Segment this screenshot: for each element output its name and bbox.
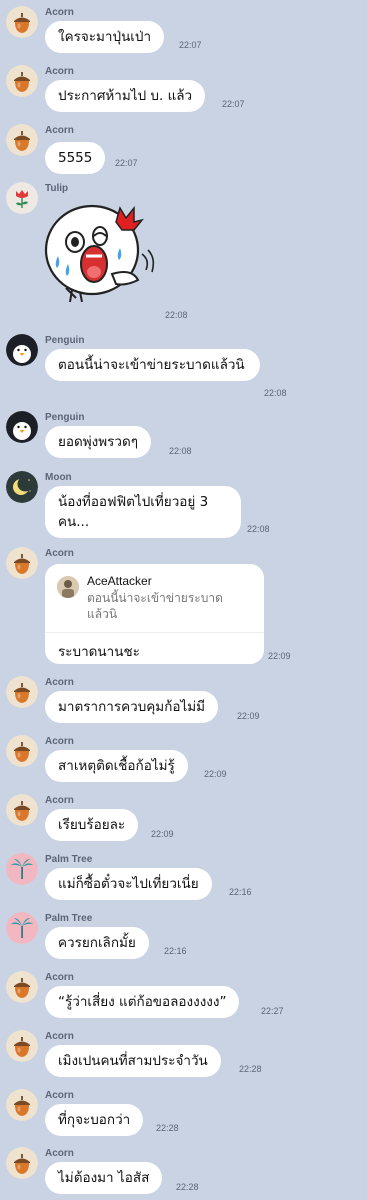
sender-name: Acorn: [45, 66, 74, 77]
sender-name: Acorn: [45, 736, 74, 747]
sender-name: Acorn: [45, 7, 74, 18]
timestamp: 22:28: [156, 1123, 179, 1133]
penguin-icon[interactable]: [6, 334, 38, 366]
timestamp: 22:07: [222, 99, 245, 109]
timestamp: 22:28: [176, 1182, 199, 1192]
quoted-message[interactable]: AceAttacker ตอนนี้น่าจะเข้าข่ายระบาดแล้ว…: [57, 574, 252, 628]
acorn-icon[interactable]: [6, 124, 38, 156]
timestamp: 22:09: [237, 711, 260, 721]
message-bubble[interactable]: “รู้ว่าเสี่ยง แต่ก้อขอลองงงงง”: [45, 986, 240, 1018]
message-bubble[interactable]: ที่กุจะบอกว่า: [45, 1104, 144, 1136]
timestamp: 22:09: [268, 651, 291, 661]
timestamp: 22:28: [239, 1064, 262, 1074]
message-bubble[interactable]: ควรยกเลิกมั้ย: [45, 927, 149, 959]
penguin-icon[interactable]: [6, 411, 38, 443]
acorn-icon[interactable]: [6, 65, 38, 97]
sender-name: Penguin: [45, 335, 85, 346]
avatar: [57, 576, 79, 598]
acorn-icon[interactable]: [6, 735, 38, 767]
message-bubble[interactable]: 5555: [45, 142, 106, 174]
crying-character-sticker[interactable]: [42, 194, 160, 302]
quoted-text: ตอนนี้น่าจะเข้าข่ายระบาดแล้วนิ: [87, 591, 223, 621]
reply-message-bubble[interactable]: AceAttacker ตอนนี้น่าจะเข้าข่ายระบาดแล้ว…: [45, 564, 264, 664]
timestamp: 22:08: [165, 310, 188, 320]
timestamp: 22:08: [247, 524, 270, 534]
sender-name: Acorn: [45, 972, 74, 983]
message-bubble[interactable]: ตอนนี้น่าจะเข้าข่ายระบาดแล้วนิ: [45, 349, 260, 381]
sender-name: Moon: [45, 472, 72, 483]
message-bubble[interactable]: ประกาศห้ามไป บ. แล้ว: [45, 80, 206, 112]
sender-name: Acorn: [45, 1031, 74, 1042]
acorn-icon[interactable]: [6, 1030, 38, 1062]
sender-name: Acorn: [45, 548, 74, 559]
sender-name: Acorn: [45, 795, 74, 806]
timestamp: 22:07: [179, 40, 202, 50]
timestamp: 22:16: [164, 946, 187, 956]
sender-name: Acorn: [45, 1148, 74, 1159]
message-bubble[interactable]: แม่ก็ซื้อตั๋วจะไปเที่ยวเนี่ย: [45, 868, 212, 900]
message-bubble[interactable]: มาตราการควบคุมก้อไม่มี: [45, 691, 219, 723]
acorn-icon[interactable]: [6, 1089, 38, 1121]
message-bubble[interactable]: ใครจะมาปุ่นเป่า: [45, 21, 165, 53]
message-bubble[interactable]: น้องที่ออฟฟิตไปเที่ยวอยู่ 3 คน...: [45, 486, 241, 538]
message-text: ระบาดนานชะ: [58, 644, 140, 660]
message-bubble[interactable]: สาเหตุติดเชื้อก้อไม่รู้: [45, 750, 188, 782]
message-bubble[interactable]: ยอดพุ่งพรวดๆ: [45, 426, 152, 458]
sender-name: Palm Tree: [45, 854, 93, 865]
acorn-icon[interactable]: [6, 676, 38, 708]
acorn-icon[interactable]: [6, 6, 38, 38]
acorn-icon[interactable]: [6, 1147, 38, 1179]
timestamp: 22:08: [169, 446, 192, 456]
palm-tree-icon[interactable]: [6, 912, 38, 944]
message-bubble[interactable]: เมิงเปนคนที่สามประจำวัน: [45, 1045, 221, 1077]
palm-tree-icon[interactable]: [6, 853, 38, 885]
sender-name: Penguin: [45, 412, 85, 423]
tulip-icon[interactable]: [6, 182, 38, 214]
acorn-icon[interactable]: [6, 971, 38, 1003]
moon-icon[interactable]: [6, 471, 38, 503]
message-bubble[interactable]: เรียบร้อยละ: [45, 809, 139, 841]
acorn-icon[interactable]: [6, 547, 38, 579]
timestamp: 22:07: [115, 158, 138, 168]
message-bubble[interactable]: ไม่ต้องมา ไอสัส: [45, 1162, 163, 1194]
sender-name: Acorn: [45, 1090, 74, 1101]
timestamp: 22:16: [229, 887, 252, 897]
sender-name: Acorn: [45, 125, 74, 136]
timestamp: 22:09: [151, 829, 174, 839]
divider: [45, 632, 264, 633]
sender-name: Palm Tree: [45, 913, 93, 924]
sender-name: Acorn: [45, 677, 74, 688]
timestamp: 22:08: [264, 388, 287, 398]
quoted-sender-name: AceAttacker: [87, 574, 152, 588]
timestamp: 22:27: [261, 1006, 284, 1016]
sender-name: Tulip: [45, 183, 69, 194]
timestamp: 22:09: [204, 769, 227, 779]
acorn-icon[interactable]: [6, 794, 38, 826]
